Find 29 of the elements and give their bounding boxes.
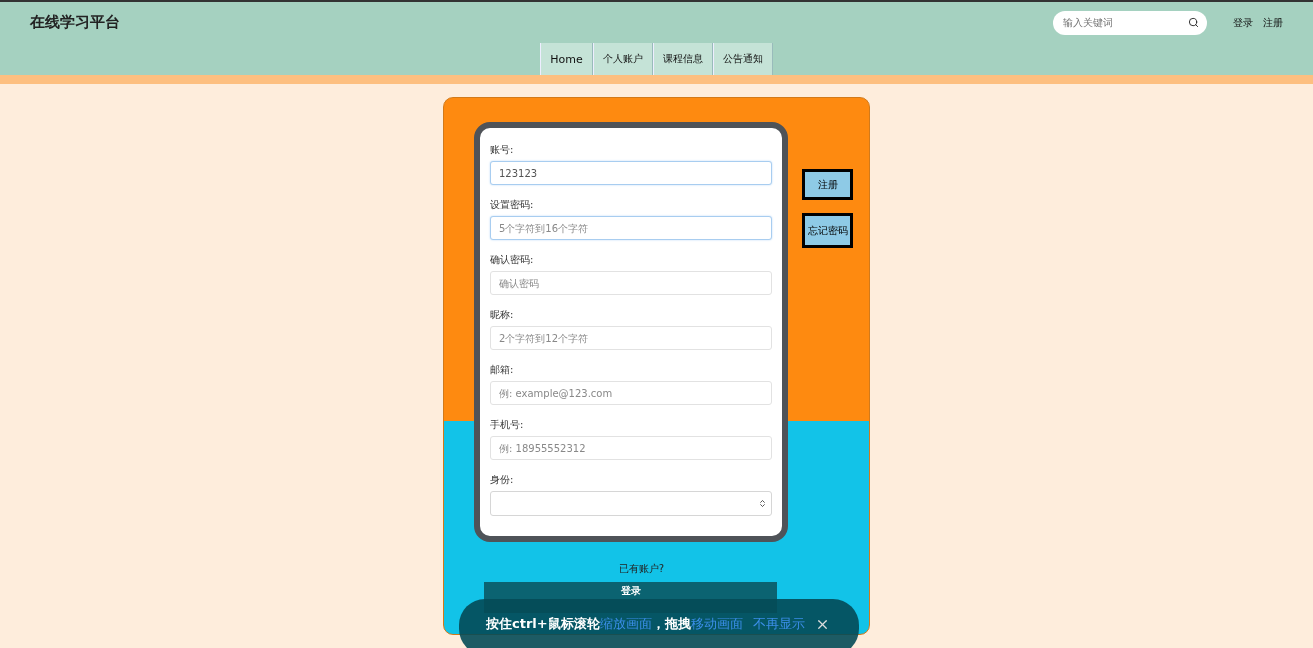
side-button[interactable]: 注册 xyxy=(802,169,853,200)
nav-tab[interactable]: 个人账户 xyxy=(592,43,653,75)
header-link[interactable]: 登录 xyxy=(1233,15,1253,30)
updown-icon xyxy=(758,499,767,508)
input-field[interactable]: 2个字符到12个字符 xyxy=(490,326,772,350)
input-field[interactable]: 例: example@123.com xyxy=(490,381,772,405)
search-field[interactable]: 输入关键词 xyxy=(1053,10,1207,35)
field-label: 设置密码: xyxy=(490,197,535,212)
field-label: 邮箱: xyxy=(490,362,515,377)
input-field[interactable]: 123123 xyxy=(490,161,772,185)
field-label: 身份: xyxy=(490,472,515,487)
select-field[interactable] xyxy=(490,491,772,516)
hint-text: 按住ctrl+鼠标滚轮缩放画面，拖拽移动画面 xyxy=(486,615,743,633)
nav-tab[interactable]: 课程信息 xyxy=(652,43,713,75)
nav-tab[interactable]: Home xyxy=(540,43,593,75)
input-field[interactable]: 例: 18955552312 xyxy=(490,436,772,460)
field-label: 昵称: xyxy=(490,307,515,322)
input-field[interactable]: 5个字符到16个字符 xyxy=(490,216,772,240)
account-prompt: 已有账户? xyxy=(618,562,665,576)
side-button[interactable]: 忘记密码 xyxy=(802,213,853,248)
nav-tab[interactable]: 公告通知 xyxy=(712,43,773,75)
input-field[interactable]: 确认密码 xyxy=(490,271,772,295)
field-label: 手机号: xyxy=(490,417,525,432)
field-label: 账号: xyxy=(490,142,515,157)
search-icon xyxy=(1188,17,1199,28)
search-input[interactable]: 输入关键词 xyxy=(1061,16,1188,29)
header-link[interactable]: 注册 xyxy=(1263,15,1283,30)
field-label: 确认密码: xyxy=(490,252,535,267)
site-title: 在线学习平台 xyxy=(30,13,121,32)
